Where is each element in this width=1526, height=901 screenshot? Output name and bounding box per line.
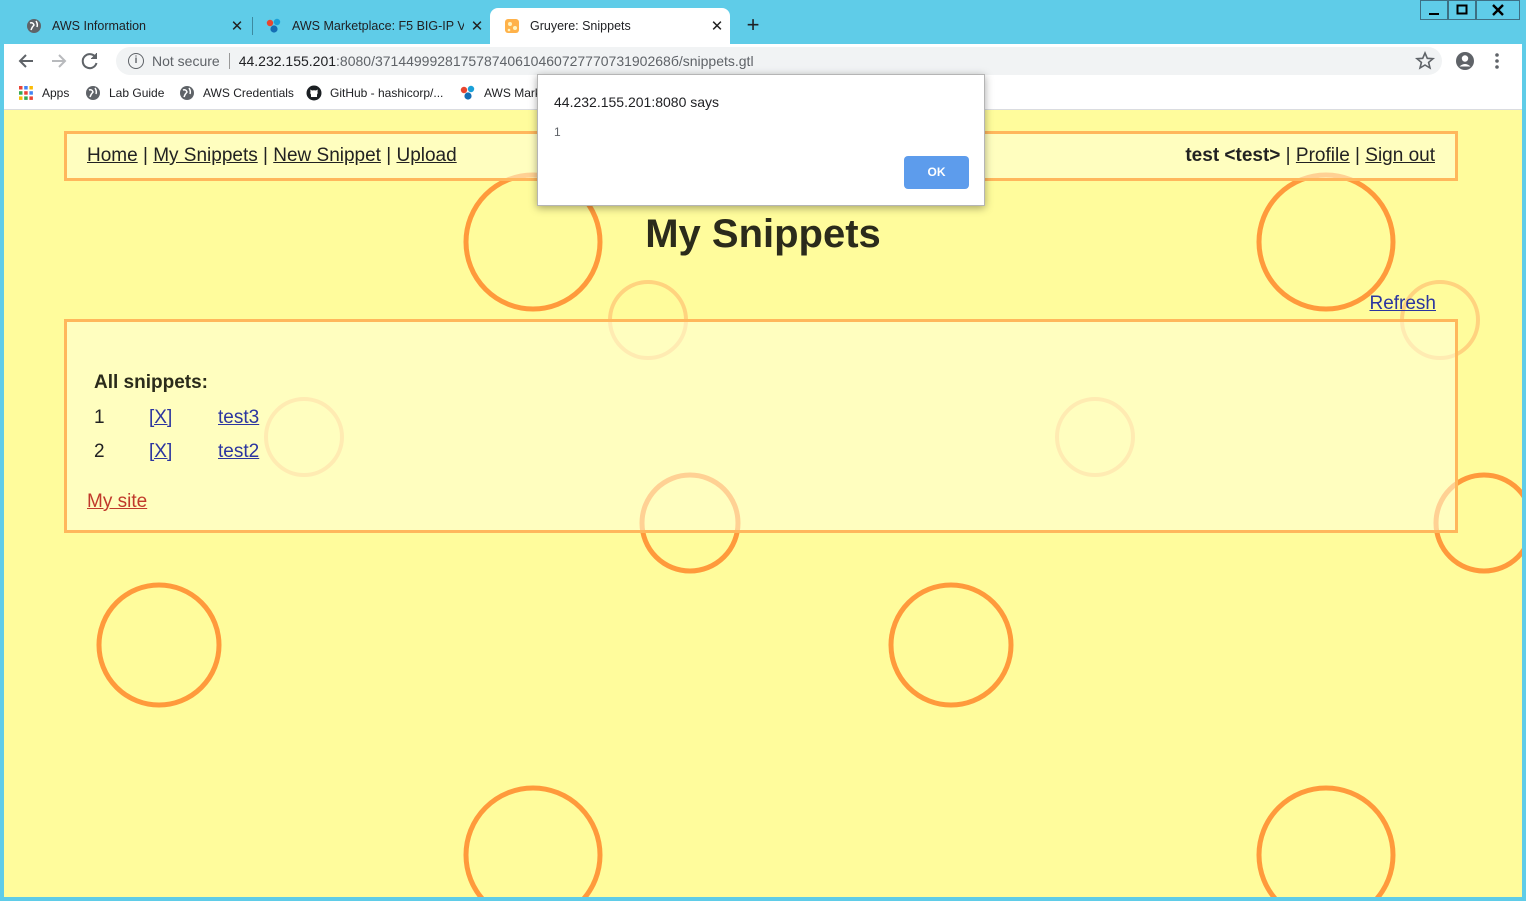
marketplace-icon: [460, 85, 476, 101]
browser-toolbar: i Not secure 44.232.155.201 :8080/371449…: [4, 44, 1522, 78]
menu-separator: |: [1349, 145, 1366, 166]
bookmark-apps[interactable]: Apps: [18, 85, 69, 101]
tab-gruyere-snippets[interactable]: Gruyere: Snippets ✕: [490, 8, 730, 44]
forward-button[interactable]: [47, 50, 69, 72]
bookmark-github[interactable]: GitHub - hashicorp/...: [306, 85, 443, 101]
marketplace-icon: [266, 18, 282, 34]
bookmark-lab-guide[interactable]: Lab Guide: [85, 85, 164, 101]
profile-link[interactable]: Profile: [1296, 145, 1350, 166]
tab-aws-marketplace[interactable]: AWS Marketplace: F5 BIG-IP Virtu ✕: [252, 8, 490, 44]
close-icon[interactable]: ✕: [464, 17, 490, 35]
window-close-button[interactable]: [1476, 0, 1520, 20]
new-snippet-link[interactable]: New Snippet: [273, 145, 381, 166]
alert-dialog: 44.232.155.201:8080 says 1 OK: [537, 74, 985, 206]
bookmark-aws-marketplace[interactable]: AWS Mark: [460, 85, 541, 101]
close-icon[interactable]: ✕: [704, 17, 730, 35]
menu-separator: |: [137, 145, 154, 166]
address-bar[interactable]: i Not secure 44.232.155.201 :8080/371449…: [116, 47, 1442, 75]
bookmark-label: Lab Guide: [109, 86, 165, 100]
maximize-button[interactable]: [1448, 0, 1476, 20]
snippet-number: 2: [94, 441, 105, 462]
bookmark-label: GitHub - hashicorp/...: [330, 86, 444, 100]
my-snippets-link[interactable]: My Snippets: [153, 145, 258, 166]
current-user: test <test>: [1185, 145, 1281, 166]
minimize-button[interactable]: [1420, 0, 1448, 20]
url-path: :8080/3714499928175787406104607277707319…: [336, 53, 754, 69]
info-icon[interactable]: i: [128, 53, 144, 69]
url-host: 44.232.155.201: [238, 53, 337, 69]
my-site-link[interactable]: My site: [87, 491, 147, 513]
url-divider: [228, 53, 230, 69]
security-label: Not secure: [152, 53, 220, 69]
bookmark-label: AWS Mark: [484, 86, 541, 100]
menu-separator: |: [1280, 145, 1296, 166]
page-title: My Snippets: [645, 212, 881, 256]
dialog-message: 1: [554, 125, 561, 139]
snippet-number: 1: [94, 407, 105, 428]
bookmark-aws-credentials[interactable]: AWS Credentials: [179, 85, 294, 101]
browser-titlebar: AWS Information ✕ AWS Marketplace: F5 BI…: [0, 0, 1526, 44]
snippet-link[interactable]: test3: [218, 407, 259, 429]
reload-button[interactable]: [79, 50, 101, 72]
profile-avatar-icon[interactable]: [1454, 50, 1476, 72]
bookmark-label: Apps: [42, 86, 70, 100]
apps-grid-icon: [18, 85, 34, 101]
gruyere-cheese-icon: [504, 18, 520, 34]
delete-snippet-link[interactable]: [X]: [149, 441, 172, 463]
snippet-link[interactable]: test2: [218, 441, 259, 463]
tab-label: AWS Information: [52, 19, 147, 33]
dialog-title: 44.232.155.201:8080 says: [554, 94, 720, 110]
bookmark-label: AWS Credentials: [203, 86, 294, 100]
delete-snippet-link[interactable]: [X]: [149, 407, 172, 429]
refresh-link[interactable]: Refresh: [1369, 293, 1436, 315]
back-button[interactable]: [16, 50, 38, 72]
snippets-header: All snippets:: [94, 372, 209, 393]
ok-button[interactable]: OK: [904, 156, 969, 189]
tab-label: Gruyere: Snippets: [530, 19, 631, 33]
github-icon: [306, 85, 322, 101]
home-link[interactable]: Home: [87, 145, 138, 166]
menu-separator: |: [257, 145, 274, 166]
upload-link[interactable]: Upload: [396, 145, 456, 166]
gruyere-page: Home | My Snippets | New Snippet | Uploa…: [4, 110, 1522, 897]
menu-left: Home | My Snippets | New Snippet | Uploa…: [87, 145, 457, 167]
sign-out-link[interactable]: Sign out: [1365, 145, 1435, 166]
close-icon[interactable]: ✕: [224, 17, 250, 35]
menu-separator: |: [380, 145, 397, 166]
tab-aws-information[interactable]: AWS Information ✕: [12, 8, 250, 44]
star-icon[interactable]: [1414, 50, 1436, 72]
globe-icon: [26, 18, 42, 34]
globe-icon: [85, 85, 101, 101]
globe-icon: [179, 85, 195, 101]
new-tab-button[interactable]: +: [740, 12, 766, 38]
tab-label: AWS Marketplace: F5 BIG-IP Virtu: [292, 19, 464, 33]
menu-right: test <test> | Profile | Sign out: [1185, 145, 1435, 167]
snippets-box: All snippets: 1 [X] test3 2 [X] test2 My…: [64, 319, 1458, 533]
menu-kebab-icon[interactable]: [1486, 50, 1508, 72]
